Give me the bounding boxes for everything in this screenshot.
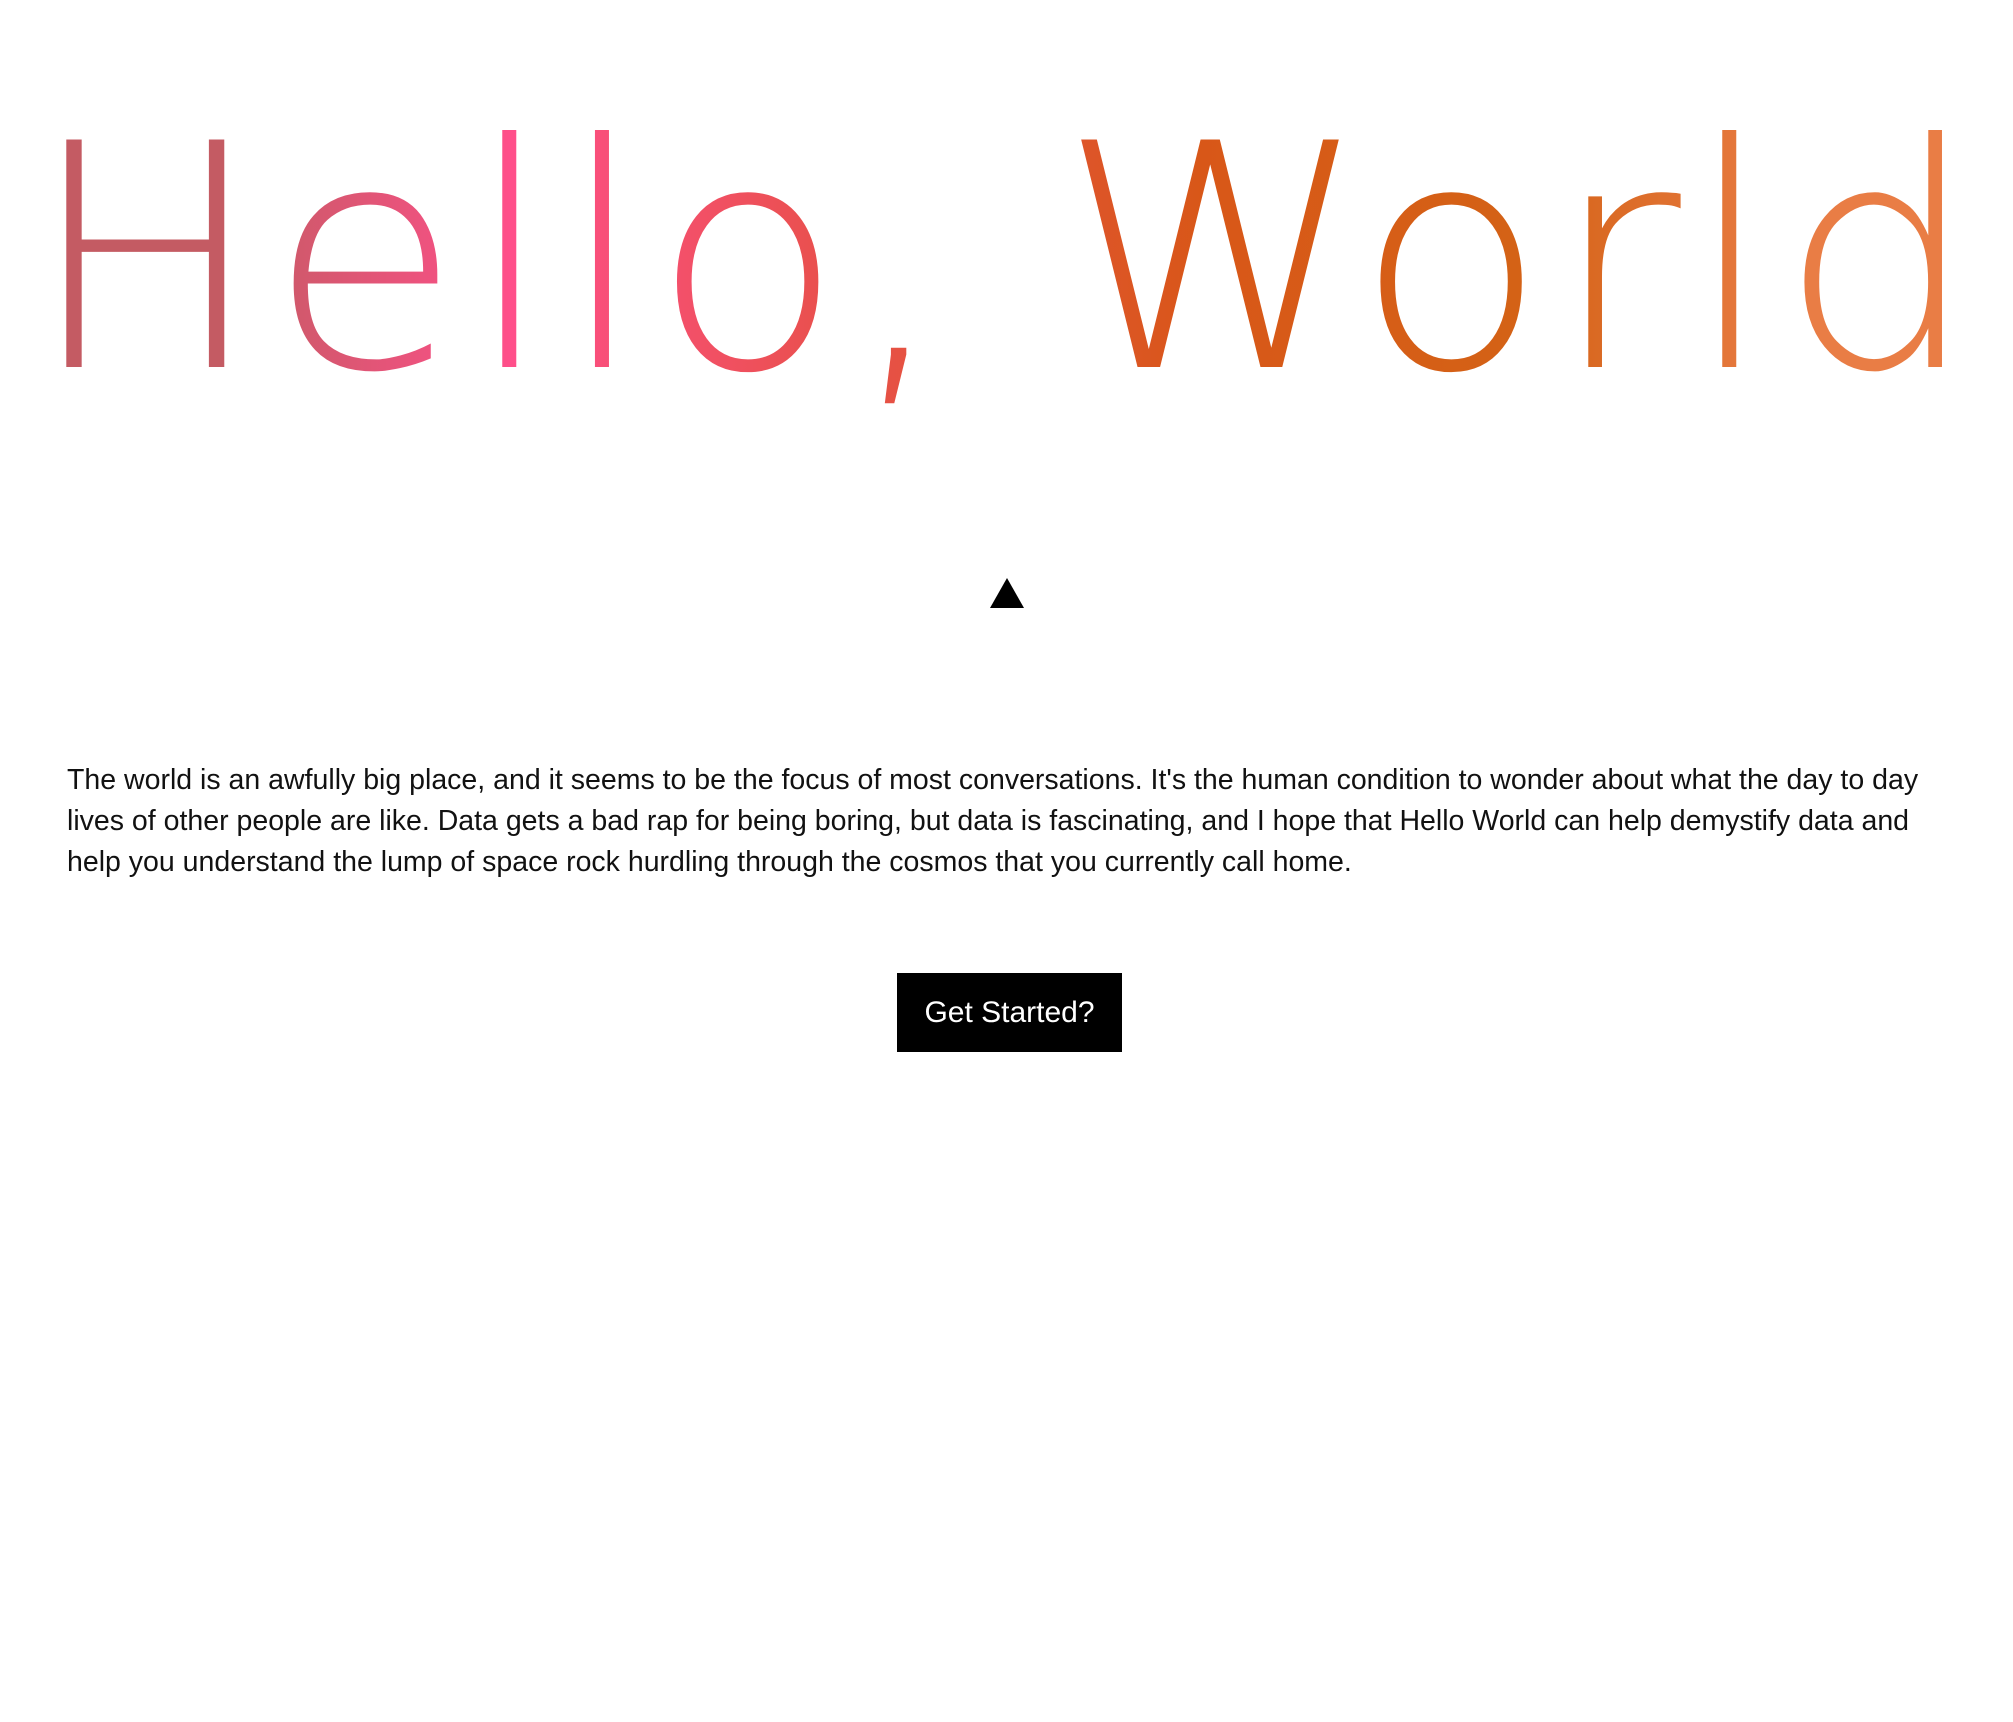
scroll-indicator[interactable] — [990, 578, 1024, 608]
triangle-up-icon — [990, 578, 1024, 608]
hello-world-title: Hello, World — [28, 100, 1983, 440]
intro-paragraph: The world is an awfully big place, and i… — [67, 764, 1919, 878]
title-gradient-svg: Hello, World — [28, 100, 1983, 440]
get-started-button[interactable]: Get Started? — [897, 973, 1122, 1052]
page-title: Hello, World — [0, 100, 2013, 440]
